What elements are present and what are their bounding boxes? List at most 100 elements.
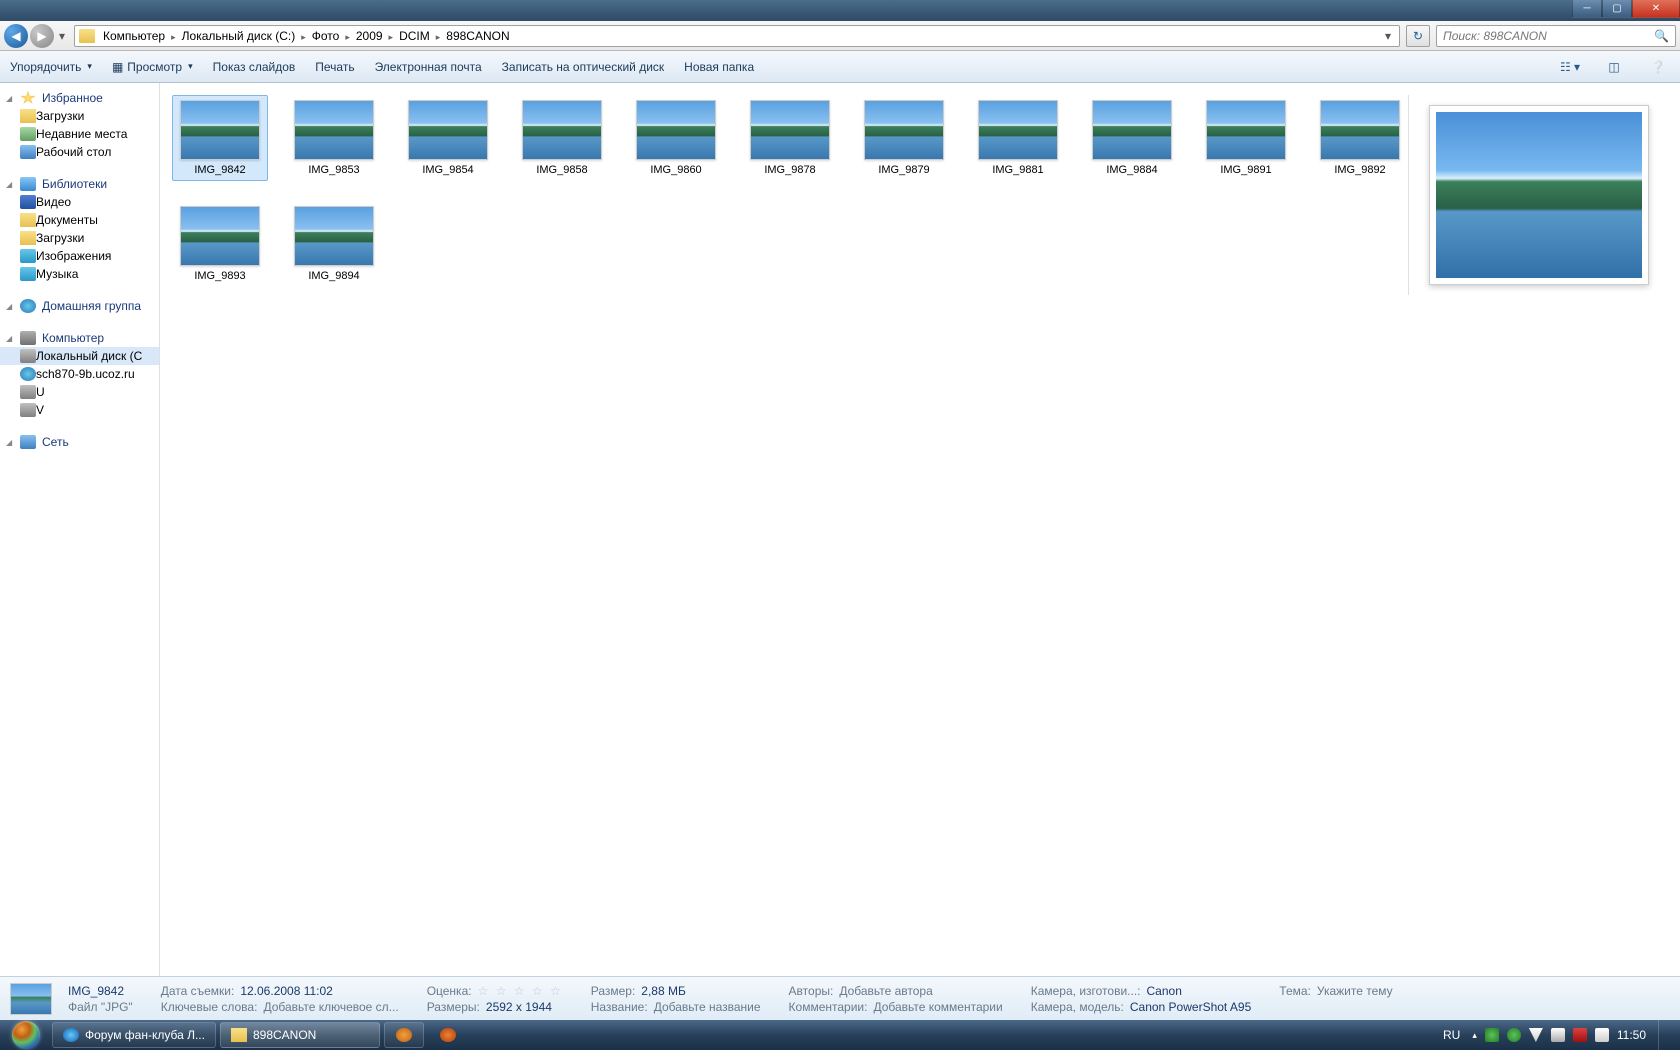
folder-icon — [79, 29, 95, 43]
print-button[interactable]: Печать — [315, 60, 354, 74]
sidebar-homegroup-head[interactable]: Домашняя группа — [0, 297, 159, 315]
email-button[interactable]: Электронная почта — [375, 60, 482, 74]
maximize-button[interactable]: ▢ — [1602, 0, 1632, 18]
thumbnail-label: IMG_9892 — [1334, 164, 1385, 176]
sidebar-item-documents[interactable]: Документы — [0, 211, 159, 229]
file-thumbnail[interactable]: IMG_9891 — [1198, 95, 1294, 181]
search-box[interactable]: 🔍 — [1436, 25, 1676, 47]
file-thumbnail[interactable]: IMG_9860 — [628, 95, 724, 181]
start-button[interactable] — [4, 1020, 48, 1050]
details-authors[interactable]: Добавьте автора — [839, 984, 932, 998]
windows-orb-icon — [12, 1021, 40, 1049]
details-camera-model: Canon PowerShot A95 — [1130, 1000, 1251, 1014]
details-title[interactable]: Добавьте название — [654, 1000, 761, 1014]
file-thumbnail[interactable]: IMG_9858 — [514, 95, 610, 181]
sidebar-item-v[interactable]: V — [0, 401, 159, 419]
help-button[interactable]: ❔ — [1646, 55, 1670, 79]
breadcrumb-segment[interactable]: DCIM — [397, 29, 432, 43]
file-thumbnail[interactable]: IMG_9853 — [286, 95, 382, 181]
tray-icon[interactable] — [1551, 1028, 1565, 1042]
breadcrumb-separator[interactable]: ▸ — [432, 32, 445, 42]
breadcrumb-separator[interactable]: ▸ — [167, 32, 180, 42]
search-input[interactable] — [1443, 29, 1654, 43]
sidebar-item-u[interactable]: U — [0, 383, 159, 401]
file-thumbnail[interactable]: IMG_9854 — [400, 95, 496, 181]
file-thumbnail[interactable]: IMG_9884 — [1084, 95, 1180, 181]
file-thumbnail[interactable]: IMG_9878 — [742, 95, 838, 181]
computer-icon — [20, 331, 36, 345]
details-size: 2,88 МБ — [641, 984, 686, 998]
sidebar-computer-head[interactable]: Компьютер — [0, 329, 159, 347]
details-theme[interactable]: Укажите тему — [1317, 984, 1393, 998]
details-keywords[interactable]: Добавьте ключевое сл... — [263, 1000, 398, 1014]
desktop-icon — [20, 145, 36, 159]
view-mode-button[interactable]: ☷ ▾ — [1558, 55, 1582, 79]
sidebar-favorites-head[interactable]: Избранное — [0, 89, 159, 107]
organize-button[interactable]: Упорядочить — [10, 60, 92, 74]
address-dropdown-icon[interactable]: ▾ — [1381, 29, 1395, 43]
taskbar-item-firefox[interactable] — [428, 1022, 468, 1048]
taskbar-item-wmp[interactable] — [384, 1022, 424, 1048]
file-thumbnail[interactable]: IMG_9879 — [856, 95, 952, 181]
sidebar-item-localdisk[interactable]: Локальный диск (C — [0, 347, 159, 365]
breadcrumb-segment[interactable]: Локальный диск (C:) — [180, 29, 298, 43]
tray-icon[interactable] — [1573, 1028, 1587, 1042]
details-rating[interactable]: ☆ ☆ ☆ ☆ ☆ — [478, 984, 563, 998]
sidebar-libraries-head[interactable]: Библиотеки — [0, 175, 159, 193]
breadcrumb-separator[interactable]: ▸ — [297, 32, 310, 42]
sidebar-network-head[interactable]: Сеть — [0, 433, 159, 451]
sidebar-item-desktop[interactable]: Рабочий стол — [0, 143, 159, 161]
nav-back-button[interactable]: ◀ — [4, 24, 28, 48]
thumbnail-label: IMG_9879 — [878, 164, 929, 176]
file-thumbnail[interactable]: IMG_9842 — [172, 95, 268, 181]
file-thumbnail[interactable]: IMG_9893 — [172, 201, 268, 287]
thumbnail-image — [294, 100, 374, 160]
documents-icon — [20, 213, 36, 227]
breadcrumb-separator[interactable]: ▸ — [341, 32, 354, 42]
file-thumbnail[interactable]: IMG_9894 — [286, 201, 382, 287]
burn-button[interactable]: Записать на оптический диск — [502, 60, 665, 74]
tray-icon[interactable] — [1529, 1028, 1543, 1042]
breadcrumb-segment[interactable]: Компьютер — [101, 29, 167, 43]
sidebar-item-music[interactable]: Музыка — [0, 265, 159, 283]
tray-expand-icon[interactable]: ▴ — [1472, 1030, 1477, 1041]
nav-history-dropdown[interactable]: ▾ — [56, 26, 68, 46]
tray-icon[interactable] — [1485, 1028, 1499, 1042]
preview-pane-toggle[interactable]: ◫ — [1602, 55, 1626, 79]
refresh-button[interactable]: ↻ — [1406, 25, 1430, 47]
file-thumbnail[interactable]: IMG_9892 — [1312, 95, 1408, 181]
address-bar[interactable]: Компьютер▸Локальный диск (C:)▸Фото▸2009▸… — [74, 25, 1400, 47]
sidebar-item-videos[interactable]: Видео — [0, 193, 159, 211]
tray-clock[interactable]: 11:50 — [1617, 1028, 1646, 1042]
breadcrumb-segment[interactable]: 2009 — [354, 29, 385, 43]
breadcrumb-segment[interactable]: Фото — [310, 29, 342, 43]
breadcrumb-segment[interactable]: 898CANON — [444, 29, 511, 43]
folder-icon — [20, 231, 36, 245]
ie-icon — [63, 1028, 79, 1042]
minimize-button[interactable]: ─ — [1572, 0, 1602, 18]
sidebar-item-downloads[interactable]: Загрузки — [0, 107, 159, 125]
tray-icon[interactable] — [1507, 1028, 1521, 1042]
sidebar-item-netloc[interactable]: sch870-9b.ucoz.ru — [0, 365, 159, 383]
taskbar: Форум фан-клуба Л... 898CANON RU ▴ 11:50 — [0, 1020, 1680, 1050]
nav-forward-button[interactable]: ▶ — [30, 24, 54, 48]
breadcrumb-separator[interactable]: ▸ — [385, 32, 398, 42]
language-indicator[interactable]: RU — [1439, 1028, 1464, 1042]
view-button[interactable]: ▦ Просмотр — [112, 60, 193, 74]
close-button[interactable]: ✕ — [1632, 0, 1680, 18]
taskbar-item-ie[interactable]: Форум фан-клуба Л... — [52, 1022, 216, 1048]
thumbnail-image — [636, 100, 716, 160]
taskbar-item-explorer[interactable]: 898CANON — [220, 1022, 380, 1048]
new-folder-button[interactable]: Новая папка — [684, 60, 754, 74]
slideshow-button[interactable]: Показ слайдов — [213, 60, 296, 74]
thumbnail-image — [1092, 100, 1172, 160]
details-filename: IMG_9842 — [68, 984, 124, 998]
details-comments[interactable]: Добавьте комментарии — [873, 1000, 1002, 1014]
sidebar-item-pictures[interactable]: Изображения — [0, 247, 159, 265]
file-area[interactable]: IMG_9842IMG_9853IMG_9854IMG_9858IMG_9860… — [160, 83, 1680, 976]
sidebar-item-recent[interactable]: Недавние места — [0, 125, 159, 143]
show-desktop-button[interactable] — [1658, 1020, 1670, 1050]
sidebar-item-lib-downloads[interactable]: Загрузки — [0, 229, 159, 247]
file-thumbnail[interactable]: IMG_9881 — [970, 95, 1066, 181]
volume-icon[interactable] — [1595, 1028, 1609, 1042]
